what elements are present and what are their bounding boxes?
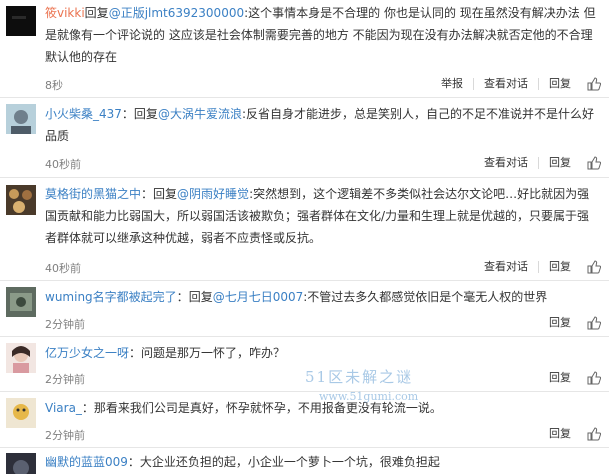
comment-time: 2分钟前 [45,429,85,442]
comment-actions: 回复 [539,316,601,330]
commenter-name[interactable]: 幽默的蓝蓝009 [45,455,128,469]
avatar[interactable] [6,343,36,373]
commenter-name[interactable]: 亿万少女之一呀 [45,346,129,360]
comment-time: 40秒前 [45,158,81,171]
thumbs-up-icon[interactable] [587,371,601,385]
mention-link[interactable]: @正版jlmt6392300000 [109,6,244,20]
commenter-name[interactable]: 筱vikki [45,6,85,20]
comment-item: wuming名字都被起完了：回复@七月七日0007:不管过去多久都感觉依旧是个毫… [0,281,609,337]
comment-meta: 2分钟前 回复 [45,316,601,334]
comment-actions: 回复 [539,427,601,441]
avatar[interactable] [6,185,36,215]
reply-label: 回复 [84,6,109,20]
reply-button[interactable]: 回复 [539,372,581,384]
reply-label: 回复 [153,187,178,201]
watermark-title: 51区未解之谜 [305,368,414,386]
avatar[interactable] [6,453,36,474]
comment-content: :不管过去多久都感觉依旧是个毫无人权的世界 [303,290,548,304]
comment-text: wuming名字都被起完了：回复@七月七日0007:不管过去多久都感觉依旧是个毫… [45,290,548,304]
view-conversation-button[interactable]: 查看对话 [473,78,538,90]
reply-label: 回复 [188,290,213,304]
comment-actions: 回复 [539,371,601,385]
reply-button[interactable]: 回复 [538,157,581,169]
view-conversation-button[interactable]: 查看对话 [474,261,538,273]
commenter-name[interactable]: 小火柴桑_437 [45,107,122,121]
site-watermark: 51区未解之谜 www.51gumi.com [305,366,418,403]
comment-content: ：问题是那万一怀了，咋办？ [129,346,286,360]
comment-text: 莫格街的黑猫之中：回复@阴雨好睡觉:突然想到，这个逻辑差不多类似社会达尔文论吧…… [45,187,590,245]
avatar[interactable] [6,398,36,428]
comment-text: 幽默的蓝蓝009：大企业还负担的起，小企业一个萝卜一个坑，很难负担起 [45,451,601,473]
commenter-name[interactable]: 莫格街的黑猫之中 [45,187,141,201]
comment-actions: 查看对话 回复 [474,260,601,274]
comment-text: 筱vikki回复@正版jlmt6392300000:这个事情本身是不合理的 你也… [45,2,601,68]
mention-link[interactable]: @阴雨好睡觉 [177,187,249,201]
comment-text: 亿万少女之一呀：问题是那万一怀了，咋办？ [45,342,601,364]
avatar[interactable] [6,104,36,134]
comment-time: 2分钟前 [45,318,85,331]
comment-item: 幽默的蓝蓝009：大企业还负担的起，小企业一个萝卜一个坑，很难负担起 [0,448,609,474]
reply-button[interactable]: 回复 [538,261,581,273]
comment-item: 小火柴桑_437：回复@大涡牛爱流浪:反省自身才能进步，总是笑别人，自己的不足不… [0,98,609,178]
reply-button[interactable]: 回复 [538,78,581,90]
thumbs-up-icon[interactable] [587,316,601,330]
thumbs-up-icon[interactable] [587,77,601,91]
comment-time: 8秒 [45,79,63,92]
watermark-url: www.51gumi.com [319,390,419,403]
comment-item: 筱vikki回复@正版jlmt6392300000:这个事情本身是不合理的 你也… [0,0,609,98]
report-button[interactable]: 举报 [431,78,473,90]
avatar[interactable] [6,287,36,317]
reply-button[interactable]: 回复 [539,317,581,329]
avatar[interactable] [6,6,36,36]
thumbs-up-icon[interactable] [587,260,601,274]
thumbs-up-icon[interactable] [587,427,601,441]
comment-item: 莫格街的黑猫之中：回复@阴雨好睡觉:突然想到，这个逻辑差不多类似社会达尔文论吧…… [0,178,609,281]
comment-time: 2分钟前 [45,373,85,386]
reply-label: 回复 [133,107,158,121]
comment-meta: 40秒前 查看对话 回复 [45,260,601,278]
comment-time: 40秒前 [45,262,81,275]
comment-actions: 举报 查看对话 回复 [431,77,601,91]
comment-text: 小火柴桑_437：回复@大涡牛爱流浪:反省自身才能进步，总是笑别人，自己的不足不… [45,107,594,143]
comment-content: ：那看来我们公司是真好，怀孕就怀孕，不用报备更没有轮流一说。 [81,401,442,415]
comment-meta: 8秒 举报 查看对话 回复 [45,77,601,95]
comment-actions: 查看对话 回复 [474,156,601,170]
mention-link[interactable]: @七月七日0007 [213,290,304,304]
comment-meta: 40秒前 查看对话 回复 [45,156,601,174]
comment-feed: 筱vikki回复@正版jlmt6392300000:这个事情本身是不合理的 你也… [0,0,609,474]
comment-meta: 2分钟前 回复 [45,427,601,445]
mention-link[interactable]: @大涡牛爱流浪 [158,107,242,121]
view-conversation-button[interactable]: 查看对话 [474,157,538,169]
commenter-name[interactable]: wuming名字都被起完了 [45,290,177,304]
reply-button[interactable]: 回复 [539,428,581,440]
comment-content: ：大企业还负担的起，小企业一个萝卜一个坑，很难负担起 [127,455,440,469]
commenter-name[interactable]: Viara_ [45,401,82,415]
thumbs-up-icon[interactable] [587,156,601,170]
